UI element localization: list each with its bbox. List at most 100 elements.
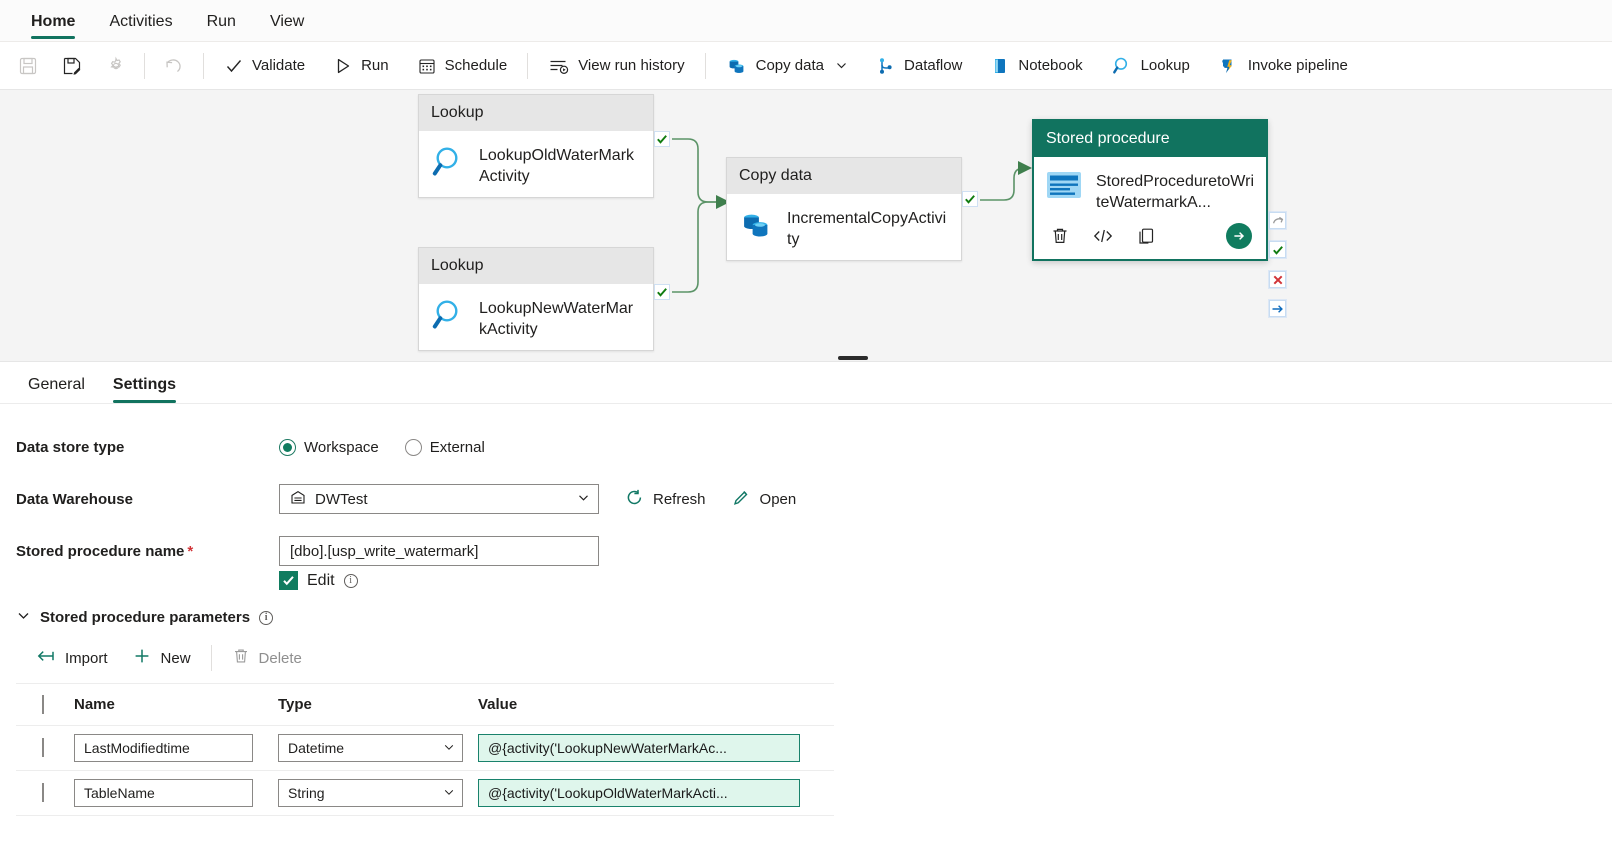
arrow-right-circle-icon[interactable]	[1226, 223, 1252, 249]
history-icon	[548, 56, 570, 76]
panel-resize-handle[interactable]	[838, 356, 868, 360]
chevron-down-icon[interactable]	[443, 785, 455, 801]
activity-node-lookup-old-watermark[interactable]: Lookup LookupOldWaterMarkActivity	[418, 94, 654, 198]
parameter-value-input[interactable]: @{activity('LookupOldWaterMarkActi...	[478, 779, 800, 807]
parameter-value-text: @{activity('LookupOldWaterMarkActi...	[488, 785, 728, 801]
info-icon[interactable]: i	[343, 573, 358, 588]
notebook-button[interactable]: Notebook	[978, 49, 1094, 83]
data-warehouse-value: DWTest	[315, 490, 368, 508]
save-button[interactable]	[8, 49, 48, 83]
stored-procedure-parameters-header[interactable]: Stored procedure parameters i	[0, 608, 1612, 627]
parameter-name-input[interactable]: TableName	[74, 779, 253, 807]
stored-procedure-parameters-title: Stored procedure parameters	[40, 609, 251, 626]
validate-label: Validate	[252, 57, 306, 74]
undo-button[interactable]	[153, 49, 195, 83]
warehouse-icon	[290, 489, 306, 509]
activity-node-stored-procedure[interactable]: Stored procedure StoredProceduretoWriteW…	[1032, 119, 1268, 261]
activity-node-type: Lookup	[419, 95, 653, 131]
delete-parameter-button[interactable]: Delete	[220, 641, 314, 675]
magnifier-icon	[431, 143, 467, 186]
ribbon-tab-activities[interactable]: Activities	[92, 13, 189, 41]
copy-data-icon	[726, 56, 748, 76]
view-run-history-button[interactable]: View run history	[536, 49, 696, 83]
settings-button[interactable]	[96, 49, 136, 83]
row-name-cell: TableName	[74, 770, 278, 816]
row-value-cell: @{activity('LookupOldWaterMarkActi...	[478, 770, 834, 816]
select-all-checkbox[interactable]	[42, 695, 44, 714]
parameters-toolbar: Import New Delete	[0, 641, 1612, 675]
run-label: Run	[361, 57, 389, 74]
new-parameter-button[interactable]: New	[120, 641, 203, 675]
parameter-name-value: TableName	[84, 785, 155, 801]
settings-form: Data store type Workspace External Data …	[0, 404, 1612, 816]
radio-external[interactable]: External	[404, 438, 485, 456]
row-checkbox[interactable]	[42, 783, 44, 802]
open-label: Open	[759, 490, 797, 508]
activity-output-success-handle[interactable]	[654, 131, 670, 147]
row-checkbox[interactable]	[42, 738, 44, 757]
column-header-type: Type	[278, 683, 478, 726]
activity-output-success-handle[interactable]	[962, 191, 978, 207]
ribbon-tab-run[interactable]: Run	[190, 13, 253, 41]
select-all-header	[16, 683, 74, 726]
checkmark-icon	[224, 56, 244, 76]
trash-icon[interactable]	[1050, 226, 1070, 246]
import-arrow-icon	[36, 647, 56, 669]
code-icon[interactable]	[1092, 226, 1114, 246]
info-icon[interactable]: i	[259, 610, 274, 625]
radio-unselected-icon	[404, 438, 422, 456]
tab-settings[interactable]: Settings	[99, 376, 190, 403]
schedule-button[interactable]: Schedule	[405, 49, 520, 83]
data-warehouse-select[interactable]: DWTest	[279, 484, 599, 514]
invoke-pipeline-button[interactable]: Invoke pipeline	[1206, 49, 1360, 83]
radio-workspace[interactable]: Workspace	[279, 438, 379, 456]
edit-checkbox[interactable]	[279, 571, 298, 590]
chevron-down-icon[interactable]	[16, 608, 31, 627]
save-as-button[interactable]	[52, 49, 92, 83]
lookup-button[interactable]: Lookup	[1099, 49, 1202, 83]
chevron-down-icon[interactable]	[835, 59, 848, 72]
on-skip-dependency-handle[interactable]	[1269, 212, 1286, 229]
activity-node-incremental-copy[interactable]: Copy data IncrementalCopyActivity	[726, 157, 962, 261]
activity-node-lookup-new-watermark[interactable]: Lookup LookupNewWaterMarkActivity	[418, 247, 654, 351]
command-separator	[704, 52, 706, 79]
table-row[interactable]: LastModifiedtime Datetime @{activity('Lo…	[16, 725, 834, 771]
copy-data-button[interactable]: Copy data	[714, 49, 860, 83]
pipeline-canvas[interactable]: Lookup LookupOldWaterMarkActivity Lookup	[0, 90, 1612, 362]
table-row[interactable]: TableName String @{activity('LookupOldWa…	[16, 770, 834, 816]
notebook-label: Notebook	[1018, 57, 1083, 74]
radio-selected-icon	[279, 438, 296, 456]
chevron-down-icon[interactable]	[577, 491, 590, 508]
stored-procedure-name-input[interactable]: [dbo].[usp_write_watermark]	[279, 536, 599, 566]
activity-output-success-handle[interactable]	[654, 284, 670, 300]
data-warehouse-label: Data Warehouse	[16, 490, 133, 508]
gear-icon	[106, 56, 126, 76]
data-warehouse-row: Data Warehouse DWTest Refresh Open	[0, 482, 1612, 516]
ribbon-tab-home[interactable]: Home	[14, 13, 92, 41]
on-completion-dependency-handle[interactable]	[1269, 300, 1286, 317]
ribbon-tab-view[interactable]: View	[253, 13, 321, 41]
run-button[interactable]: Run	[321, 49, 401, 83]
trash-icon	[232, 647, 250, 669]
parameter-name-input[interactable]: LastModifiedtime	[74, 734, 253, 762]
import-parameters-button[interactable]: Import	[24, 641, 120, 675]
copy-icon[interactable]	[1136, 226, 1156, 246]
refresh-button[interactable]: Refresh	[625, 488, 706, 511]
chevron-down-icon[interactable]	[443, 740, 455, 756]
refresh-icon	[625, 488, 644, 511]
invoke-pipeline-icon	[1218, 56, 1240, 76]
command-separator	[203, 52, 204, 79]
required-marker: *	[187, 542, 194, 560]
row-name-cell: LastModifiedtime	[74, 725, 278, 771]
parameter-type-select[interactable]: Datetime	[278, 734, 463, 762]
on-failure-dependency-handle[interactable]	[1269, 271, 1286, 288]
tab-general[interactable]: General	[14, 376, 99, 403]
on-success-dependency-handle[interactable]	[1269, 241, 1286, 258]
parameter-type-value: Datetime	[288, 740, 345, 756]
parameter-value-input[interactable]: @{activity('LookupNewWaterMarkAc...	[478, 734, 800, 762]
open-button[interactable]: Open	[732, 488, 797, 511]
parameter-type-select[interactable]: String	[278, 779, 463, 807]
validate-button[interactable]: Validate	[212, 49, 317, 83]
dataflow-button[interactable]: Dataflow	[864, 49, 974, 83]
column-header-value: Value	[478, 683, 834, 726]
